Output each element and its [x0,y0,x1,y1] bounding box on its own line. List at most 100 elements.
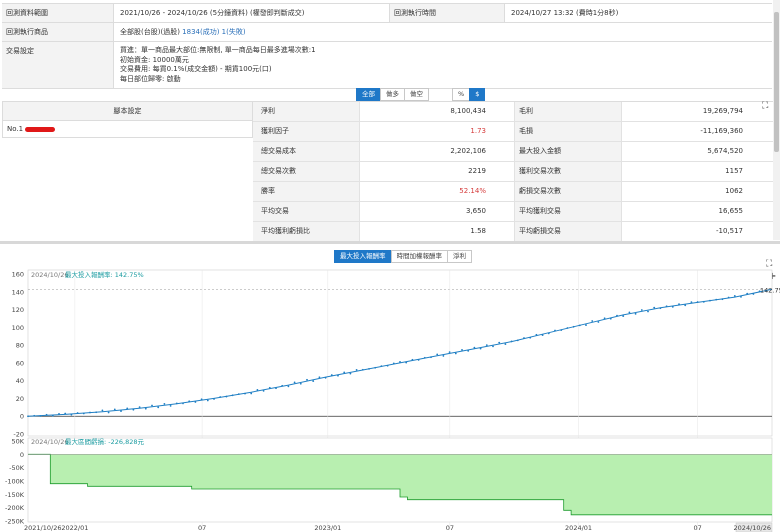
toggle-long[interactable]: 做多 [380,88,405,101]
stats-row: 勝率 52.14% 虧損交易次數 1062 [253,182,773,202]
last-value-label: 142.75 [760,286,780,294]
data-point [182,402,184,405]
toggle-short[interactable]: 做空 [404,88,429,101]
legend-value: 最大區間虧損: -226,828元 [65,437,144,446]
trade-setting-line: 每日部位歸零: 啟動 [120,74,181,83]
data-point [752,293,755,295]
data-point [622,315,625,317]
x-tick-label: 07 [446,524,454,532]
data-point [702,300,705,303]
stat-value: 2219 [360,162,515,181]
data-point [39,415,42,417]
data-point [194,401,197,403]
performance-chart[interactable]: -20020406080100120140160 2024/10/26最大投入報酬… [0,260,780,532]
y-tick-label: 0 [20,413,24,421]
data-point [684,304,687,307]
data-point [318,376,321,379]
products-prefix: 全部股(台股)(過股) [120,28,180,36]
x-tick-label: 2022/01 [61,524,88,532]
trade-setting-line: 買進：單一商品最大部位:無限制, 單一商品每日最多進場次數:1 [120,46,316,54]
y-tick-label: -150K [5,491,25,499]
stat-value: 1157 [725,167,743,175]
data-point [343,371,346,374]
data-point [541,334,544,337]
data-point [138,406,141,409]
data-point [89,411,91,414]
x-tick-label: 2021/10/26 [24,524,61,532]
data-point [312,380,315,382]
data-point [306,378,308,381]
data-point [70,413,73,416]
data-point [492,345,494,348]
main-chart-frame [27,269,773,437]
data-point [411,358,414,361]
data-point [485,344,488,347]
data-point [671,305,674,308]
data-point [45,413,48,416]
data-point [442,355,445,357]
data-point [690,301,693,304]
data-point [727,296,730,299]
script-row[interactable]: No.1 [2,121,253,138]
vertical-scrollbar[interactable] [773,0,780,240]
data-point [355,369,358,371]
data-point [659,307,662,310]
data-point [151,404,153,407]
data-point [467,349,470,352]
stat-value: -11,169,360 [700,127,743,135]
data-point [535,333,538,336]
y-tick-label: -100K [5,478,25,486]
data-point [33,414,36,417]
stat-value: 5,674,520 [707,147,743,155]
y-tick-label: 0 [20,451,24,459]
data-point [523,337,525,339]
y-tick-label: 100 [12,324,24,332]
trade-settings-lines: 買進：單一商品最大部位:無限制, 單一商品每日最多進場次數:1 初始資金: 10… [114,42,322,88]
data-point [299,382,302,385]
pane-divider[interactable] [0,241,780,244]
toggle-percent[interactable]: % [452,88,471,101]
data-point [113,408,116,411]
data-point [219,396,222,398]
data-point [715,298,718,301]
data-point [473,346,476,349]
data-point [609,317,612,320]
data-point [188,400,191,403]
toggle-dollar[interactable]: $ [469,88,486,101]
stat-label: 獲利交易次數 [515,162,622,181]
data-point [268,386,271,389]
y-tick-label: 60 [16,359,24,367]
info-label-exec-time: 回測執行時間 [390,4,505,22]
products-result-link[interactable]: 1834(成功) 1(失敗) [182,28,245,36]
data-point [628,311,631,314]
stat-label: 最大投入金額 [515,142,622,161]
stat-label: 獲利因子 [253,122,360,141]
data-point [330,374,333,376]
toggle-all[interactable]: 全部 [356,88,381,101]
data-point [733,295,736,297]
data-point [169,404,172,407]
stats-row: 平均獲利虧損比 1.58 平均虧損交易 -10,517 [253,222,773,242]
data-point [423,356,426,359]
stats-row: 平均交易 3,650 平均獲利交易 16,655 [253,202,773,222]
expand-icon[interactable]: ⛶ [762,102,768,111]
data-point [448,351,451,354]
data-point [51,414,54,417]
info-row-range: 回測資料範圍 2021/10/26 - 2024/10/26 (5分鐘資料) (… [2,4,772,23]
data-point [510,340,513,343]
data-point [95,411,98,414]
data-point [287,385,290,388]
data-point [709,299,711,302]
stat-label: 平均交易 [253,202,360,221]
stats-row: 淨利 8,100,434 毛利 19,269,794 [253,102,773,122]
data-point [572,325,575,328]
stat-label: 虧損交易次數 [515,182,622,201]
data-point [578,324,581,327]
scrollbar-thumb[interactable] [774,12,779,152]
trade-setting-line: 初始資金: 10000萬元 [120,55,189,64]
data-point [337,374,339,377]
side-toggle: 全部 做多 做空 [356,88,429,101]
stat-value: 8,100,434 [360,102,515,121]
data-point [547,332,550,335]
data-point [262,389,265,392]
